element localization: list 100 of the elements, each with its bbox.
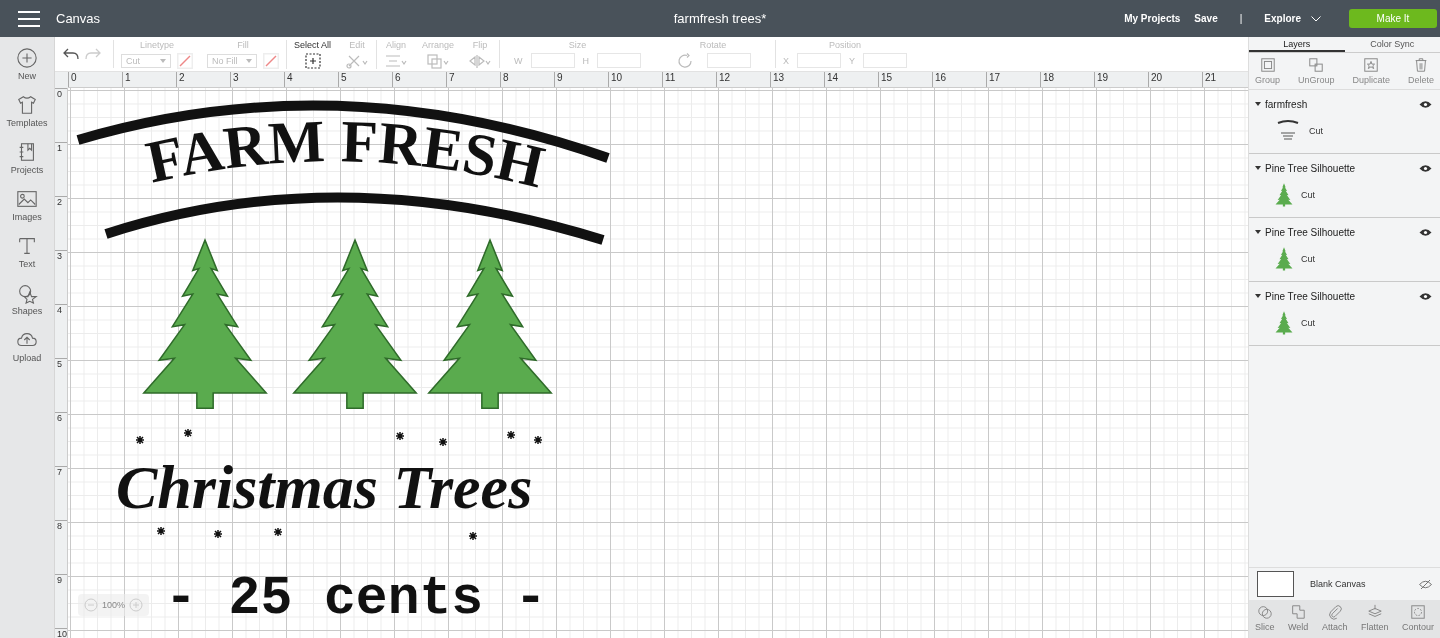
eye-icon[interactable] — [1419, 291, 1432, 301]
sidebar-item[interactable]: Projects — [10, 141, 44, 175]
subtitle-text: Christmas Trees — [116, 453, 533, 521]
explore-link[interactable]: Explore — [1264, 13, 1301, 24]
ruler-number: 4 — [284, 72, 338, 87]
ruler-number: 1 — [55, 142, 67, 196]
shapes-icon — [16, 282, 38, 304]
no-color-swatch-icon[interactable] — [177, 52, 193, 69]
ruler-number: 0 — [55, 88, 67, 142]
price-text: - 25 cents - — [165, 569, 547, 629]
layer-name[interactable]: Pine Tree Silhouette — [1265, 226, 1356, 238]
number-field[interactable] — [597, 53, 642, 68]
tool-label: Align — [386, 39, 407, 50]
ruler-number: 10 — [608, 72, 662, 87]
ruler-number: 3 — [230, 72, 284, 87]
ruler-number: 3 — [55, 250, 67, 304]
ruler-number: 2 — [176, 72, 230, 87]
tool-label: Select All — [294, 39, 332, 50]
ruler-number: 17 — [986, 72, 1040, 87]
align-icon — [384, 52, 409, 69]
sidebar-item[interactable]: New — [16, 47, 38, 81]
ruler-number: 5 — [55, 358, 67, 412]
nav-link[interactable]: Save — [1194, 13, 1218, 24]
letter-t-icon — [16, 235, 38, 257]
canvas-swatch[interactable] — [1257, 571, 1294, 597]
operation-label: Cut — [1301, 190, 1315, 200]
axis-label: W — [514, 55, 523, 66]
number-field[interactable] — [863, 53, 908, 68]
ruler-number: 16 — [932, 72, 986, 87]
ruler-number: 4 — [55, 304, 67, 358]
contour-icon — [1409, 604, 1426, 620]
no-color-swatch-icon[interactable] — [263, 52, 279, 69]
paperclip-icon — [1326, 604, 1343, 620]
separator-text: | — [1239, 13, 1243, 24]
ruler-number: 12 — [716, 72, 770, 87]
headline-text: FARM FRESH — [140, 108, 551, 201]
tree-thumbnail-icon — [1275, 247, 1293, 271]
layer-name[interactable]: Pine Tree Silhouette — [1265, 162, 1356, 174]
nav-link[interactable]: My Projects — [1124, 13, 1181, 24]
caret-icon[interactable] — [1255, 102, 1261, 106]
sidebar-item[interactable]: Templates — [6, 94, 48, 128]
operation-label: Cut — [1301, 254, 1315, 264]
caret-icon[interactable] — [1255, 166, 1261, 170]
trash-icon — [1413, 57, 1429, 73]
panel-tab[interactable]: Layers — [1249, 37, 1345, 52]
caret-icon[interactable] — [1255, 230, 1261, 234]
ruler-number: 20 — [1148, 72, 1202, 87]
operation-label: Cut — [1309, 126, 1323, 136]
ruler-number: 15 — [878, 72, 932, 87]
caret-icon[interactable] — [1255, 294, 1261, 298]
number-field[interactable] — [707, 53, 752, 68]
ruler-number: 13 — [770, 72, 824, 87]
panel-tab[interactable]: Color Sync — [1344, 37, 1440, 52]
tool-label: Linetype — [140, 39, 174, 50]
sidebar-item[interactable]: Upload — [12, 329, 42, 363]
eye-icon[interactable] — [1419, 163, 1432, 173]
ruler-number: 8 — [55, 520, 67, 574]
caret-icon — [160, 58, 166, 63]
arrange-icon — [426, 52, 451, 69]
flatten-icon — [1366, 604, 1383, 620]
chevron-down-icon[interactable] — [1311, 15, 1321, 22]
image-icon — [16, 188, 38, 210]
sidebar-item[interactable]: Text — [16, 235, 38, 269]
axis-label: X — [783, 55, 790, 66]
menu-icon[interactable] — [18, 10, 40, 27]
duplicate-icon — [1363, 57, 1380, 73]
ruler-number: 9 — [55, 574, 67, 628]
weld-icon — [1290, 604, 1307, 620]
eye-icon[interactable] — [1419, 99, 1432, 109]
ruler-number: 18 — [1040, 72, 1094, 87]
number-field[interactable] — [530, 53, 575, 68]
ruler-number: 6 — [55, 412, 67, 466]
layer-name[interactable]: farmfresh — [1265, 98, 1308, 110]
undo-icon[interactable] — [63, 48, 79, 60]
ruler-number: 5 — [338, 72, 392, 87]
layer-name[interactable]: Pine Tree Silhouette — [1265, 290, 1356, 302]
zoom-level: 100% — [102, 600, 126, 610]
sidebar-item[interactable]: Shapes — [11, 282, 43, 316]
ruler-number: 6 — [392, 72, 446, 87]
group-icon — [1259, 57, 1276, 73]
plus-circle-icon — [16, 47, 38, 69]
app-title: Canvas — [56, 11, 101, 26]
eye-slash-icon[interactable] — [1419, 578, 1432, 590]
number-field[interactable] — [797, 53, 842, 68]
tool-label: Edit — [349, 39, 365, 50]
tool-label: Size — [568, 40, 587, 50]
sidebar-item[interactable]: Images — [12, 188, 42, 222]
operation-label: Cut — [1301, 318, 1315, 328]
slice-icon — [1256, 604, 1273, 620]
ruler-number: 7 — [55, 466, 67, 520]
eye-icon[interactable] — [1419, 227, 1432, 237]
ruler-number: 14 — [824, 72, 878, 87]
tool-label: Position — [829, 40, 862, 50]
ruler-number: 8 — [500, 72, 554, 87]
ruler-number: 19 — [1094, 72, 1148, 87]
flip-icon — [468, 52, 493, 69]
ruler-number: 10 — [55, 628, 67, 638]
ruler-number: 0 — [68, 72, 122, 87]
caret-icon — [246, 58, 252, 63]
shirt-icon — [16, 94, 38, 116]
